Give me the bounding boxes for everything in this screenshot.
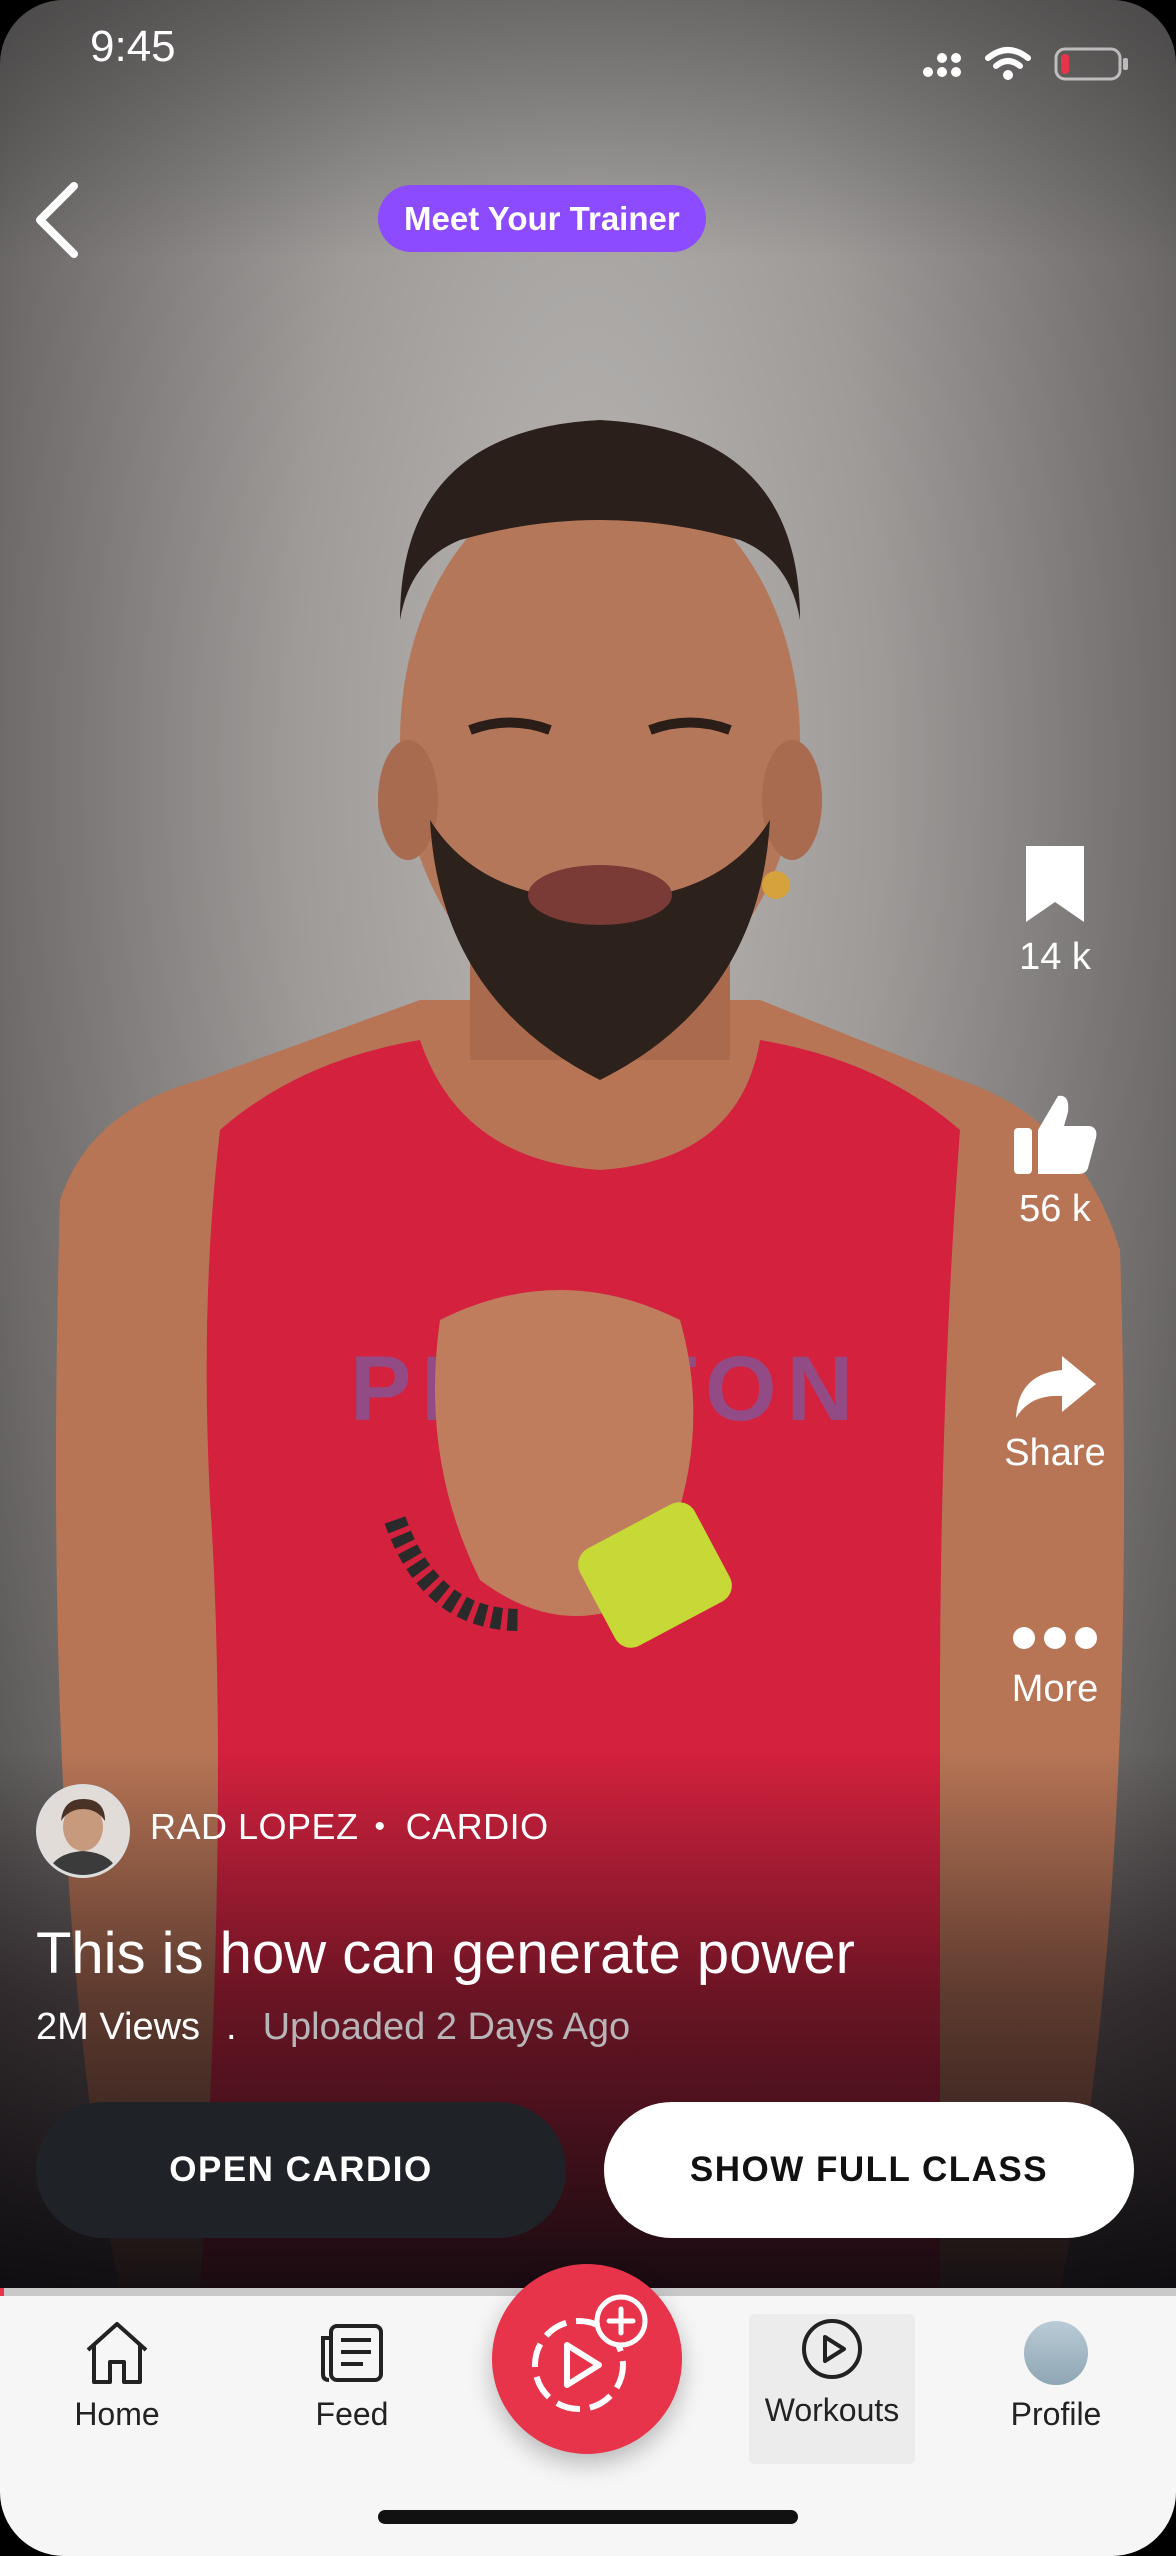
video-title: This is how can generate power [36, 1921, 855, 1986]
nav-profile[interactable]: Profile [956, 2318, 1156, 2433]
create-video-button[interactable] [492, 2264, 682, 2454]
cellular-signal-icon [923, 53, 961, 77]
share-arrow-icon [1016, 1356, 1096, 1418]
chevron-left-icon [36, 182, 78, 258]
like-count: 56 k [1019, 1188, 1091, 1230]
more-label: More [1011, 1668, 1099, 1710]
profile-avatar [1024, 2321, 1088, 2385]
home-icon [86, 2322, 148, 2384]
home-indicator [378, 2510, 798, 2524]
nav-home[interactable]: Home [17, 2318, 217, 2433]
back-button[interactable] [30, 178, 90, 262]
more-dots-icon [1013, 1627, 1097, 1649]
meet-trainer-pill[interactable]: Meet Your Trainer [378, 185, 706, 252]
nav-workouts[interactable]: Workouts [749, 2314, 915, 2464]
trainer-category-line: RAD LOPEZ • CARDIO [150, 1806, 549, 1848]
nav-profile-label: Profile [1010, 2396, 1102, 2432]
bookmark-action[interactable]: 14 k [960, 842, 1150, 979]
screen: PELOTON 9:45 [0, 0, 1176, 2556]
feed-icon [321, 2324, 383, 2382]
bookmark-count: 14 k [1019, 936, 1091, 978]
trainer-name[interactable]: RAD LOPEZ [150, 1806, 359, 1848]
upload-date: Uploaded 2 Days Ago [262, 2006, 631, 2048]
status-icons [922, 46, 1130, 82]
thumbs-up-icon [1014, 1095, 1097, 1174]
share-action[interactable]: Share [960, 1352, 1150, 1475]
nav-workouts-label: Workouts [764, 2392, 900, 2428]
nav-feed[interactable]: Feed [252, 2318, 452, 2433]
trainer-avatar-image [39, 1787, 127, 1875]
view-count: 2M Views [36, 2006, 201, 2048]
play-circle-icon [802, 2319, 862, 2379]
video-stats: 2M Views . Uploaded 2 Days Ago [36, 2006, 630, 2049]
battery-icon [1054, 47, 1128, 81]
create-video-plus-icon [532, 2294, 648, 2412]
wifi-icon [985, 47, 1031, 80]
like-action[interactable]: 56 k [960, 1090, 1150, 1231]
category-label[interactable]: CARDIO [406, 1806, 549, 1848]
nav-home-label: Home [74, 2396, 160, 2432]
trainer-avatar[interactable] [36, 1784, 130, 1878]
bookmark-icon [1026, 846, 1084, 922]
stats-separator: . [226, 2006, 237, 2048]
separator-dot: • [374, 1810, 386, 1843]
share-label: Share [1004, 1432, 1106, 1474]
nav-feed-label: Feed [315, 2396, 389, 2432]
open-cardio-button[interactable]: OPEN CARDIO [36, 2102, 566, 2238]
show-full-class-button[interactable]: SHOW FULL CLASS [604, 2102, 1134, 2238]
status-time: 9:45 [90, 22, 176, 71]
more-action[interactable]: More [960, 1618, 1150, 1711]
video-progress-fill [0, 2288, 4, 2296]
